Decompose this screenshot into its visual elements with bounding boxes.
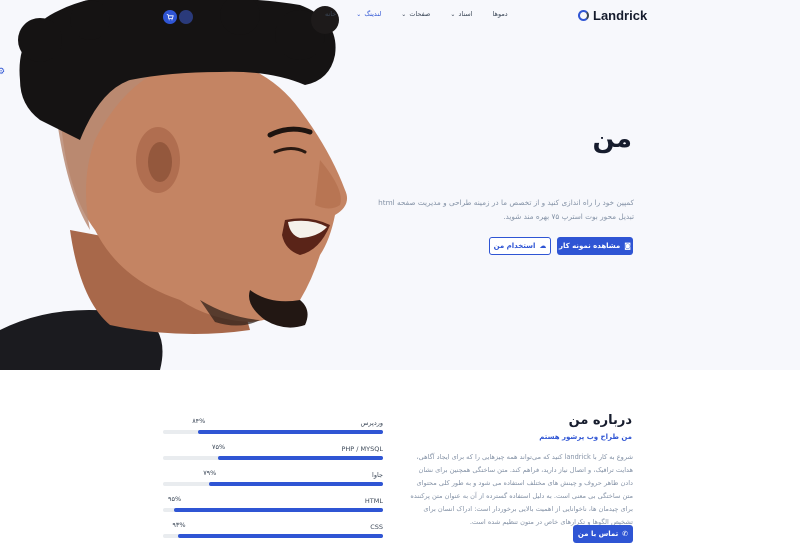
skill-progress-track <box>163 508 383 512</box>
navbar: Landrick خانه لندینگ ⌄ صفحات ⌄ اسناد ⌄ د… <box>0 0 800 32</box>
shopping-cart-button[interactable] <box>163 10 177 24</box>
skills-list: وردپرس ۸۴% PHP / MYSQL ۷۵% جاوا ۷۹% HTML… <box>163 413 383 543</box>
skill-name: HTML <box>364 497 383 505</box>
skill-progress-track <box>163 456 383 460</box>
nav-item-label: اسناد <box>458 10 473 18</box>
skill-name: CSS <box>370 523 383 531</box>
phone-icon: ✆ <box>622 530 629 538</box>
nav-item-label: خانه <box>325 10 337 18</box>
nav-item-landing[interactable]: لندینگ ⌄ <box>356 10 381 18</box>
user-avatar-button[interactable] <box>179 10 193 24</box>
skill-item: HTML ۹۵% <box>163 491 383 517</box>
hero-section: Landrick خانه لندینگ ⌄ صفحات ⌄ اسناد ⌄ د… <box>0 0 800 370</box>
hero-portrait-image <box>0 0 348 370</box>
chevron-down-icon: ⌄ <box>450 10 456 18</box>
hero-title: من <box>592 124 633 154</box>
skill-progress-track <box>163 482 383 486</box>
brand-logo[interactable]: Landrick <box>578 8 647 23</box>
nav-item-demos[interactable]: دموها <box>493 10 508 18</box>
nav-item-pages[interactable]: صفحات ⌄ <box>401 10 430 18</box>
nav-item-docs[interactable]: اسناد ⌄ <box>450 10 472 18</box>
cloud-download-icon: ☁ <box>539 242 547 250</box>
nav-item-home[interactable]: خانه <box>325 10 336 18</box>
skill-percent: ۷۹% <box>203 469 217 477</box>
skill-progress-fill <box>209 482 383 486</box>
skill-progress-track <box>163 430 383 434</box>
nav-item-label: صفحات <box>409 10 431 18</box>
skill-progress-track <box>163 534 383 538</box>
logo-icon <box>578 10 589 21</box>
nav-menu: خانه لندینگ ⌄ صفحات ⌄ اسناد ⌄ دموها <box>325 10 508 18</box>
button-label: تماس با من <box>577 530 619 538</box>
skill-name: جاوا <box>372 471 383 479</box>
chevron-down-icon: ⌄ <box>356 10 362 18</box>
camera-icon: ◙ <box>624 242 632 250</box>
nav-item-label: لندینگ <box>364 10 382 18</box>
skill-percent: ۹۳% <box>172 521 186 529</box>
skill-name: PHP / MYSQL <box>341 445 384 453</box>
skill-progress-fill <box>198 430 383 434</box>
chevron-down-icon: ⌄ <box>401 10 407 18</box>
button-label: مشاهده نمونه کار <box>558 242 621 250</box>
skill-item: CSS ۹۳% <box>163 517 383 543</box>
skill-percent: ۷۵% <box>212 443 226 451</box>
button-label: استخدام من <box>493 242 536 250</box>
hero-description: کمپین خود را راه اندازی کنید و از تخصص م… <box>378 198 634 221</box>
about-title: درباره من <box>568 413 632 428</box>
skill-item: وردپرس ۸۴% <box>163 413 383 439</box>
brand-name: Landrick <box>593 8 648 23</box>
skill-progress-fill <box>174 508 383 512</box>
about-subtitle: من طراح وب پرشور هستم <box>539 433 632 441</box>
gear-icon[interactable]: ⚙ <box>0 67 6 77</box>
skill-percent: ۸۴% <box>192 417 206 425</box>
skill-item: PHP / MYSQL ۷۵% <box>163 439 383 465</box>
skill-percent: ۹۵% <box>168 495 182 503</box>
skill-item: جاوا ۷۹% <box>163 465 383 491</box>
skill-name: وردپرس <box>360 419 383 427</box>
contact-me-button[interactable]: ✆ تماس با من <box>573 525 633 543</box>
skill-progress-fill <box>218 456 383 460</box>
view-portfolio-button[interactable]: ◙ مشاهده نمونه کار <box>557 237 633 255</box>
hire-me-button[interactable]: ☁ استخدام من <box>489 237 551 255</box>
shopping-cart-icon <box>166 14 174 21</box>
nav-item-label: دموها <box>492 10 508 18</box>
skill-progress-fill <box>178 534 383 538</box>
about-text: شروع به کار با landrick کنید که می‌تواند… <box>410 453 633 526</box>
